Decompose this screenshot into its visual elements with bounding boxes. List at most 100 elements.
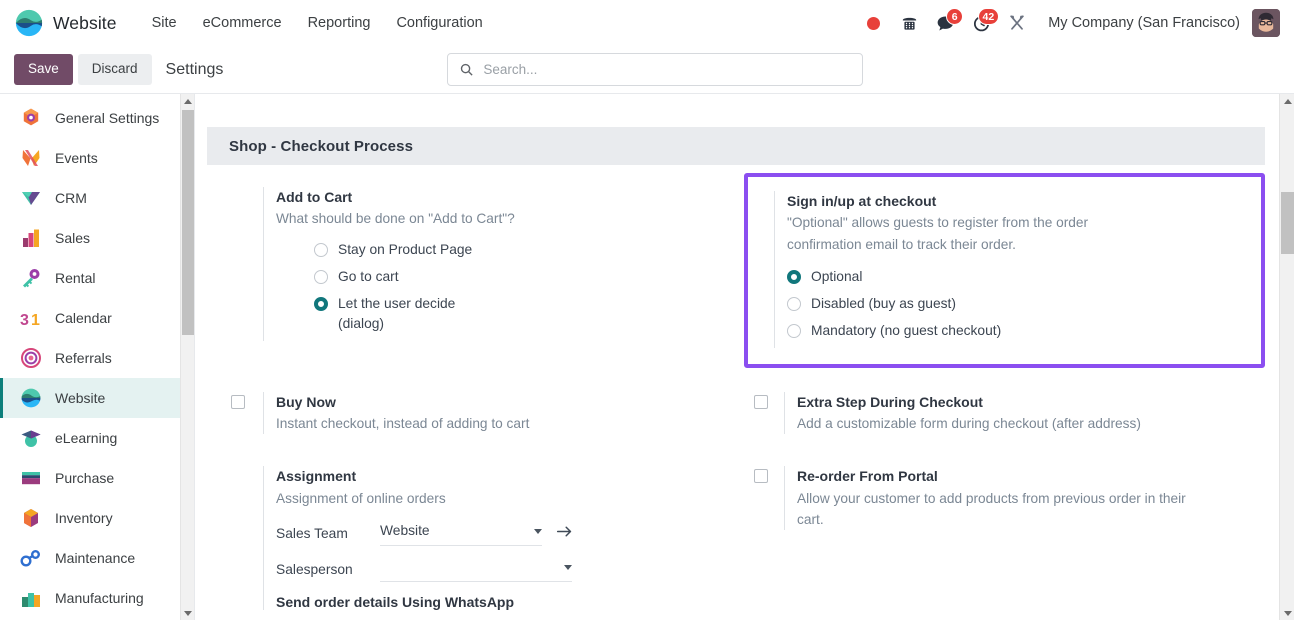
setting-body: Assignment Assignment of online orders S…	[263, 466, 736, 610]
extra-step-checkbox[interactable]	[754, 394, 768, 409]
chevron-down-icon[interactable]	[534, 529, 542, 535]
radio-option-optional[interactable]: Optional	[787, 267, 1235, 287]
messages-icon[interactable]: 6	[928, 6, 964, 40]
radio-option-let-user-decide[interactable]: Let the user decide (dialog)	[314, 294, 720, 334]
sidebar-scrollbar-thumb[interactable]	[182, 110, 194, 335]
sidebar-item-purchase[interactable]: Purchase	[0, 458, 194, 498]
setting-description: Add a customizable form during checkout …	[797, 416, 1141, 432]
sidebar-item-events[interactable]: Events	[0, 138, 194, 178]
radio-button[interactable]	[314, 242, 328, 257]
page-title: Settings	[165, 60, 224, 78]
settings-column-right: Sign in/up at checkout "Optional" allows…	[736, 173, 1265, 368]
buy-now-checkbox[interactable]	[231, 394, 245, 409]
radio-label: Optional	[811, 268, 863, 284]
sidebar-label: Rental	[55, 270, 96, 286]
sidebar-label: Events	[55, 150, 98, 166]
menu-item-site[interactable]: Site	[139, 9, 190, 37]
radio-option-go-to-cart[interactable]: Go to cart	[314, 267, 720, 287]
sidebar-item-crm[interactable]: CRM	[0, 178, 194, 218]
settings-gear-icon	[23, 108, 39, 126]
manufacturing-icon	[22, 593, 40, 607]
control-panel: Save Discard Settings	[0, 46, 1294, 94]
reorder-portal-checkbox[interactable]	[754, 469, 768, 484]
radio-option-mandatory-no-guest-checkout[interactable]: Mandatory (no guest checkout)	[787, 321, 1235, 341]
whatsapp-section-title: Send order details Using WhatsApp	[276, 593, 515, 610]
setting-body: Re-order From Portal Allow your customer…	[784, 466, 1265, 531]
radio-button[interactable]	[787, 323, 801, 338]
highlighted-setting-sign-in-up: Sign in/up at checkout "Optional" allows…	[744, 173, 1265, 368]
sidebar-scrollbar[interactable]	[180, 94, 194, 620]
content-scrollbar-thumb[interactable]	[1281, 192, 1294, 254]
menu-item-ecommerce[interactable]: eCommerce	[190, 9, 295, 37]
setting-buy-now: Buy Now Instant checkout, instead of add…	[207, 391, 736, 435]
sidebar-item-general-settings[interactable]: General Settings	[0, 98, 194, 138]
menu-item-reporting[interactable]: Reporting	[295, 9, 384, 37]
crm-icon	[22, 192, 40, 205]
sidebar-item-rental[interactable]: Rental	[0, 258, 194, 298]
setting-assignment: Assignment Assignment of online orders S…	[207, 466, 736, 610]
sidebar-item-calendar[interactable]: 3 1 Calendar	[0, 298, 194, 338]
messages-badge: 6	[946, 8, 964, 25]
setting-description: Allow your customer to add products from…	[797, 490, 1186, 527]
field-row-salesperson: Salesperson	[276, 557, 720, 582]
radio-button[interactable]	[787, 296, 801, 311]
website-app-logo-icon	[15, 9, 43, 37]
website-icon	[21, 388, 41, 408]
radio-button[interactable]	[314, 269, 328, 284]
search-box[interactable]	[447, 53, 864, 86]
scroll-up-arrow-icon[interactable]	[181, 94, 194, 108]
avatar-image	[1252, 9, 1280, 37]
field-label: Sales Team	[276, 525, 348, 541]
setting-body: Sign in/up at checkout "Optional" allows…	[774, 191, 1251, 348]
setting-reorder-from-portal: Re-order From Portal Allow your customer…	[744, 466, 1265, 531]
radio-option-stay-on-product-page[interactable]: Stay on Product Page	[314, 240, 720, 260]
referrals-icon	[21, 348, 41, 368]
recording-indicator-icon[interactable]	[856, 6, 890, 40]
setting-checkbox-wrap	[207, 392, 263, 435]
avatar[interactable]	[1252, 9, 1280, 37]
sidebar-item-inventory[interactable]: Inventory	[0, 498, 194, 538]
sidebar-item-manufacturing[interactable]: Manufacturing	[0, 578, 194, 618]
menu-item-configuration[interactable]: Configuration	[383, 9, 495, 37]
sales-team-select[interactable]: Website	[380, 521, 542, 546]
settings-column-right-row3: Re-order From Portal Allow your customer…	[736, 466, 1265, 614]
setting-title: Extra Step During Checkout	[797, 393, 983, 410]
developer-tools-icon[interactable]	[1000, 6, 1034, 40]
app-brand-home[interactable]: Website	[8, 0, 123, 46]
content-scrollbar[interactable]	[1279, 94, 1294, 620]
sidebar-label: Website	[55, 390, 106, 406]
radio-button-selected[interactable]	[787, 269, 801, 284]
scroll-up-arrow-icon[interactable]	[1280, 94, 1294, 108]
sidebar-item-maintenance[interactable]: Maintenance	[0, 538, 194, 578]
setting-body: Buy Now Instant checkout, instead of add…	[263, 391, 736, 435]
radio-option-disabled-buy-as-guest[interactable]: Disabled (buy as guest)	[787, 294, 1235, 314]
setting-description: Assignment of online orders	[276, 490, 446, 506]
setting-indent-spacer	[207, 187, 263, 341]
phone-icon[interactable]	[892, 6, 926, 40]
radio-button-selected[interactable]	[314, 296, 328, 311]
internal-link-arrow-icon[interactable]	[556, 524, 573, 543]
discard-button[interactable]: Discard	[77, 54, 152, 85]
sidebar-item-referrals[interactable]: Referrals	[0, 338, 194, 378]
setting-description: "Optional" allows guests to register fro…	[787, 215, 1089, 252]
activities-clock-icon[interactable]: 42	[964, 6, 1000, 40]
sidebar-item-sales[interactable]: Sales	[0, 218, 194, 258]
search-input[interactable]	[483, 62, 852, 77]
field-row-sales-team: Sales Team Website	[276, 521, 720, 546]
sign-in-up-radio-group: Optional Disabled (buy as guest) Mandato…	[787, 267, 1235, 341]
setting-title: Sign in/up at checkout	[787, 193, 937, 209]
setting-checkbox-wrap	[744, 392, 784, 435]
sidebar-item-website[interactable]: Website	[0, 378, 194, 418]
setting-description: What should be done on "Add to Cart"?	[276, 211, 515, 227]
scroll-down-arrow-icon[interactable]	[1280, 606, 1294, 620]
sidebar-item-elearning[interactable]: eLearning	[0, 418, 194, 458]
chevron-down-icon[interactable]	[564, 565, 572, 571]
setting-sign-in-up: Sign in/up at checkout "Optional" allows…	[752, 191, 1251, 348]
save-button[interactable]: Save	[14, 54, 73, 85]
company-switcher[interactable]: My Company (San Francisco)	[1036, 15, 1250, 31]
setting-body: Add to Cart What should be done on "Add …	[263, 187, 736, 341]
section-header: Shop - Checkout Process	[207, 127, 1265, 165]
brand-name: Website	[53, 12, 117, 33]
salesperson-select[interactable]	[380, 557, 572, 582]
scroll-down-arrow-icon[interactable]	[181, 606, 194, 620]
